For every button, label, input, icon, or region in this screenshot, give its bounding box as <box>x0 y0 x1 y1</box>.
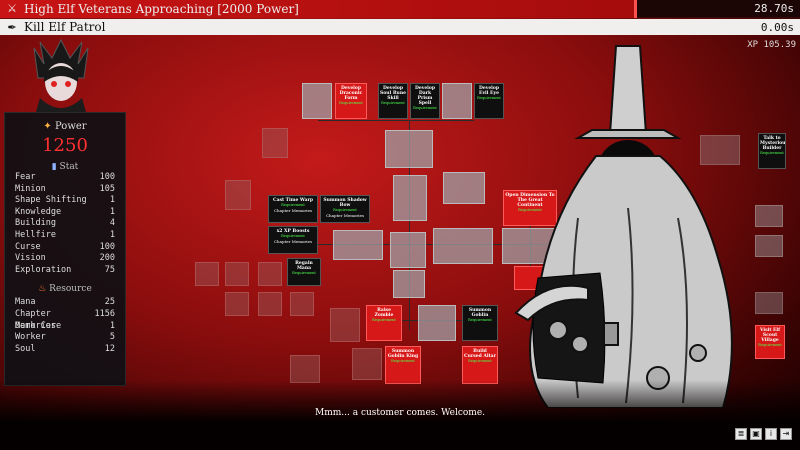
tree-node-develop-dark-prism[interactable]: Develop Dark Prism Spell Requirement <box>410 83 440 119</box>
task-title: Kill Elf Patrol <box>24 20 106 34</box>
power-header: ✦ Power <box>5 121 125 132</box>
tree-node-locked[interactable] <box>333 230 383 260</box>
save-button[interactable]: ▣ <box>750 428 762 440</box>
tree-node-cast-time-warp[interactable]: Cast Time Warp Requirement Chapter Memor… <box>268 195 318 223</box>
resource-row: Chapter Memories 1156 <box>15 308 115 331</box>
stat-row: Vision 200 <box>15 253 115 264</box>
tree-node-locked[interactable] <box>433 228 493 264</box>
tree-node-summon-goblin[interactable]: Summon Goblin Requirement <box>462 305 498 341</box>
resource-header: ♨ Resource <box>5 284 125 294</box>
xp-readout: XP 105.39 <box>747 40 796 50</box>
stats-panel: ✦ Power 1250 ▮ Stat Fear 100 Minion 105 Sh… <box>4 112 126 386</box>
tree-node-locked[interactable] <box>385 130 433 168</box>
tree-node-summon-goblin-king[interactable]: Summon Goblin King Requirement <box>385 346 421 384</box>
stat-row: Minion 105 <box>15 183 115 194</box>
stat-row: Shape Shifting 1 <box>15 195 115 206</box>
shopkeeper-character <box>514 45 733 408</box>
tree-node-locked[interactable] <box>302 83 332 119</box>
locked-node <box>290 292 314 316</box>
locked-node <box>258 292 282 316</box>
info-button[interactable]: i <box>765 428 777 440</box>
tree-node-raise-zombie[interactable]: Raise Zombie Requirement <box>366 305 402 341</box>
locked-node <box>225 292 249 316</box>
resource-label: Resource <box>49 284 92 295</box>
tree-node-locked[interactable] <box>393 270 425 298</box>
exit-button[interactable]: ⇥ <box>780 428 792 440</box>
resource-row: Mana 25 <box>15 297 115 308</box>
locked-node <box>330 308 360 342</box>
locked-node <box>258 262 282 286</box>
resource-list: Mana 25 Chapter Memories 1156 Dark Core 1 W… <box>5 297 125 355</box>
system-buttons: ≣ ▣ i ⇥ <box>735 428 792 440</box>
locked-node <box>755 292 783 314</box>
locked-node <box>225 262 249 286</box>
menu-button[interactable]: ≣ <box>735 428 747 440</box>
locked-node <box>262 128 288 158</box>
resource-row: Soul 12 <box>15 343 115 354</box>
locked-node <box>755 205 783 227</box>
tree-node-develop-draconic-form[interactable]: Develop Draconic Form Requirement <box>335 83 367 119</box>
tree-node-talk-to-mysterious-builder[interactable]: Talk to Mysterious Builder Requirement <box>758 133 786 169</box>
quest-title: High Elf Veterans Approaching [2000 Powe… <box>24 1 299 16</box>
tree-node-regain-mana[interactable]: Regain Mana Requirement <box>287 258 321 286</box>
tree-node-summon-shadow-bow[interactable]: Summon Shadow Bow Requirement Chapter Me… <box>320 195 370 223</box>
stat-list: Fear 100 Minion 105 Shape Shifting 1 Knowle… <box>5 172 125 276</box>
quest-progress-edge <box>634 0 637 18</box>
bar-chart-icon: ▮ <box>51 162 57 172</box>
resource-row: Dark Core 1 <box>15 320 115 331</box>
tree-node-locked[interactable] <box>442 83 472 119</box>
stat-row: Hellfire 1 <box>15 229 115 240</box>
stat-header: ▮ Stat <box>5 162 125 172</box>
tree-node-locked[interactable] <box>393 175 427 221</box>
dialogue-text: Mmm... a customer comes. Welcome. <box>314 408 486 418</box>
stat-row: Fear 100 <box>15 172 115 182</box>
flame-icon: ♨ <box>38 284 47 295</box>
stat-row: Curse 100 <box>15 241 115 252</box>
power-label: Power <box>54 121 87 132</box>
tree-node-build-cursed-altar[interactable]: Build Cursed Altar Requirement <box>462 346 498 384</box>
quill-icon: ✒ <box>7 20 17 34</box>
tree-node-xp-boosts[interactable]: x2 XP Boosts Requirement Chapter Memorie… <box>268 226 318 254</box>
locked-node <box>755 235 783 257</box>
stat-row: Exploration 75 <box>15 264 115 275</box>
power-icon: ✦ <box>43 121 52 132</box>
task-timer: 0.00s <box>760 20 794 34</box>
tree-node-develop-evil-eye[interactable]: Develop Evil Eye Requirement <box>474 83 504 119</box>
quest-bar[interactable]: ⚔ High Elf Veterans Approaching [2000 Po… <box>0 0 800 18</box>
quest-timer: 28.70s <box>754 2 794 15</box>
crossed-swords-icon: ⚔ <box>7 2 17 15</box>
avatar <box>33 38 89 112</box>
resource-row: Worker 5 <box>15 332 115 343</box>
stat-row: Building 4 <box>15 218 115 229</box>
locked-node <box>352 348 382 380</box>
connector-line <box>318 120 474 121</box>
tree-node-visit-elf-scout-village[interactable]: Visit Elf Scout Village Requirement <box>755 325 785 359</box>
locked-node <box>195 262 219 286</box>
stat-label: Stat <box>59 162 79 172</box>
power-value: 1250 <box>42 135 88 156</box>
tree-node-locked[interactable] <box>390 232 426 268</box>
tree-node-locked[interactable] <box>418 305 456 341</box>
locked-node <box>225 180 251 210</box>
tree-node-locked[interactable] <box>443 172 485 204</box>
stat-row: Knowledge 1 <box>15 206 115 217</box>
tree-node-develop-soul-rune[interactable]: Develop Soul Rune Skill Requirement <box>378 83 408 119</box>
task-bar[interactable]: ✒ Kill Elf Patrol 0.00s <box>0 19 800 35</box>
locked-node <box>290 355 320 383</box>
